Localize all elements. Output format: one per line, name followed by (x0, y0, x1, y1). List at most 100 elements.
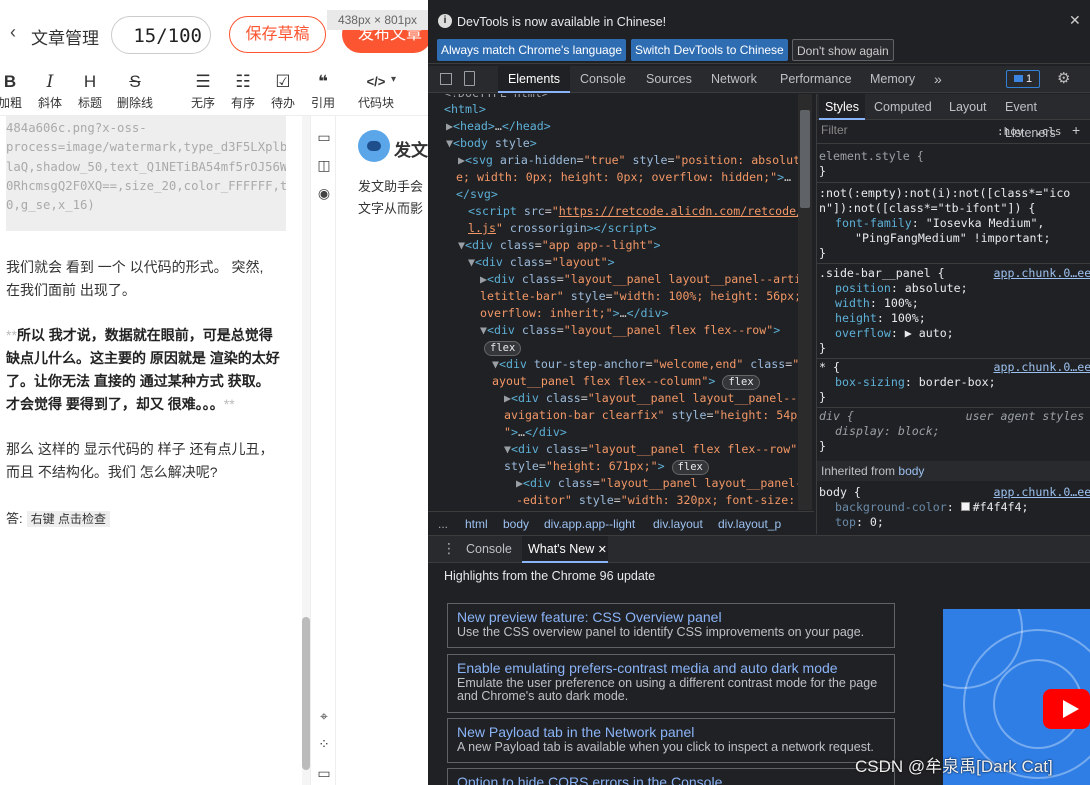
chrome-devtools: i DevTools is now available in Chinese! … (428, 0, 1090, 785)
paragraph-1: 我们就会 看到 一个 以代码的形式。 突然, 在我们面前 出现了。 (6, 256, 296, 302)
dom-node[interactable]: letitle-bar" style="width: 100%; height:… (480, 288, 801, 305)
tab-event-listeners[interactable]: Event Listeners (1005, 94, 1090, 140)
breadcrumb-item[interactable]: html (465, 517, 488, 531)
tab-network[interactable]: Network (711, 66, 757, 93)
feature-card-title[interactable]: Enable emulating prefers-contrast media … (457, 659, 885, 677)
feature-card[interactable]: Enable emulating prefers-contrast media … (447, 654, 895, 713)
preview-text: 发文助手会 文字从而影 (358, 179, 424, 216)
drawer-tab-console[interactable]: Console (466, 536, 512, 563)
feature-card-title[interactable]: Option to hide CORS errors in the Consol… (457, 773, 885, 785)
feature-card[interactable]: New Payload tab in the Network panel A n… (447, 718, 895, 763)
always-match-language-button[interactable]: Always match Chrome's language (437, 39, 627, 61)
directory-icon[interactable]: ⁘ (315, 735, 333, 753)
back-arrow-icon[interactable]: ‹ (10, 22, 16, 43)
tab-console[interactable]: Console (580, 66, 626, 93)
tab-elements[interactable]: Elements (498, 66, 570, 93)
dom-node[interactable]: <script src="https://retcode.alicdn.com/… (468, 203, 810, 220)
dropdown-caret-icon[interactable]: ▾ (391, 74, 396, 85)
breadcrumb-item[interactable]: div.layout (653, 517, 703, 531)
elements-dom-tree[interactable]: <!DOCTYPE html> <html> ▶<head>…</head> ▼… (428, 94, 814, 510)
breadcrumb-item[interactable]: div.app.app--light (544, 517, 635, 531)
tab-sources[interactable]: Sources (646, 66, 692, 93)
tab-performance[interactable]: Performance (780, 66, 852, 93)
dom-node[interactable]: style="height: 671px;"> flex (504, 458, 709, 475)
feature-card[interactable]: Option to hide CORS errors in the Consol… (447, 768, 895, 785)
drawer-tab-whats-new[interactable]: What's New ✕ (522, 536, 608, 563)
eye-icon[interactable]: ◉ (315, 184, 333, 202)
dom-node[interactable]: e; width: 0px; height: 0px; overflow: hi… (456, 169, 791, 186)
strikethrough-button[interactable]: S 删除线 (115, 68, 155, 111)
breadcrumb-item[interactable]: body (503, 517, 529, 531)
class-toggle[interactable]: .cls (1035, 125, 1062, 138)
dom-node[interactable]: -editor" style="width: 320px; font-size:… (516, 492, 809, 509)
dom-node[interactable]: ▼<div tour-step-anchor="welcome,end" cla… (492, 356, 806, 373)
desktop-icon[interactable]: ▭ (315, 764, 333, 782)
device-toolbar-icon[interactable] (464, 71, 475, 86)
breadcrumb-overflow[interactable]: ... (438, 517, 448, 531)
inherited-from-link[interactable]: body (898, 464, 924, 478)
dom-node[interactable]: ▼<div class="app app--light"> (458, 237, 660, 254)
dom-node[interactable]: ▼<div class="layout__panel flex flex--ro… (504, 441, 797, 458)
dom-node[interactable]: overflow: inherit;">…</div> (480, 305, 668, 322)
feature-card-title[interactable]: New preview feature: CSS Overview panel (457, 608, 885, 626)
dom-node[interactable]: avigation-bar clearfix" style="height: 5… (504, 407, 811, 424)
elements-scrollbar-thumb[interactable] (800, 110, 810, 208)
dom-node[interactable]: ▶<div class="layout__panel layout__panel… (480, 271, 808, 288)
dom-node[interactable]: ▼<div class="layout__panel flex flex--ro… (480, 322, 780, 339)
info-icon: i (438, 14, 452, 28)
todo-button[interactable]: ☑ 待办 (263, 68, 303, 111)
style-rule-line: background-color: #f4f4f4; (835, 500, 1029, 514)
settings-gear-icon[interactable]: ⚙ (1057, 69, 1070, 87)
quote-button[interactable]: ❝ 引用 (303, 68, 343, 111)
dom-node[interactable]: </svg> (456, 186, 498, 203)
dom-node[interactable]: ▶<head>…</head> (446, 118, 551, 135)
italic-button[interactable]: I 斜体 (30, 68, 70, 111)
breadcrumb-item[interactable]: div.layout_p (718, 517, 781, 531)
drawer-menu-icon[interactable]: ⋮ (442, 540, 456, 557)
split-view-icon[interactable]: ◫ (315, 156, 333, 174)
tab-layout[interactable]: Layout (949, 94, 987, 120)
tab-memory[interactable]: Memory (870, 66, 915, 93)
dom-node[interactable]: ▶<div class="layout__panel layout__panel… (516, 475, 802, 492)
locate-icon[interactable]: ⌖ (315, 707, 333, 725)
flex-badge[interactable]: flex (484, 339, 522, 356)
inspect-element-icon[interactable] (440, 73, 452, 85)
tab-styles[interactable]: Styles (819, 94, 865, 120)
dom-node[interactable]: ▶<svg aria-hidden="true" style="position… (458, 152, 800, 169)
heading-button[interactable]: H 标题 (70, 68, 110, 111)
more-tabs-icon[interactable]: » (934, 66, 942, 93)
switch-to-chinese-button[interactable]: Switch DevTools to Chinese (631, 39, 788, 61)
styles-filter-input[interactable]: Filter (821, 123, 848, 137)
bold-label: 加粗 (0, 96, 22, 110)
paragraph-line: 了。让你无法 直接的 通过某种方式 获取。 (6, 373, 270, 389)
close-icon[interactable]: ✕ (598, 544, 607, 556)
title-length-counter[interactable]: 15/100 (111, 16, 211, 54)
dom-node[interactable]: ▼<div class="layout"> (468, 254, 615, 271)
dont-show-again-button[interactable]: Don't show again (792, 39, 894, 61)
issues-badge[interactable]: 1 (1006, 70, 1040, 88)
editor-scrollbar-thumb[interactable] (302, 617, 310, 770)
feature-card-title[interactable]: New Payload tab in the Network panel (457, 723, 885, 741)
panel-icon[interactable]: ▭ (315, 128, 333, 146)
ordered-list-button[interactable]: ☷ 有序 (223, 68, 263, 111)
markdown-editor-area[interactable]: 484a606c.png?x-oss-process=image/waterma… (0, 116, 302, 785)
feature-card[interactable]: New preview feature: CSS Overview panel … (447, 603, 895, 648)
save-draft-button[interactable]: 保存草稿 (229, 16, 326, 53)
youtube-play-icon[interactable] (1043, 689, 1090, 729)
paragraph-line: 才会觉得 要得到了，却又 很难。。。 (6, 396, 224, 412)
close-icon[interactable]: ✕ (1069, 12, 1081, 29)
dom-node[interactable]: ▼<body style> (446, 135, 537, 152)
style-rule-line: display: block; (835, 424, 940, 438)
dom-node[interactable]: ayout__panel flex flex--column"> flex (492, 373, 760, 390)
bold-button[interactable]: B 加粗 (0, 68, 30, 111)
infobar-message: DevTools is now available in Chinese! (457, 15, 667, 29)
unordered-list-button[interactable]: ☰ 无序 (183, 68, 223, 111)
dom-node[interactable]: l.js" crossorigin></script> (468, 220, 656, 237)
article-management-link[interactable]: 文章管理 (31, 24, 99, 49)
dom-node[interactable]: <html> (444, 101, 486, 118)
dom-node[interactable]: ">…</div> (504, 424, 567, 441)
tab-computed[interactable]: Computed (874, 94, 932, 120)
hover-state-toggle[interactable]: :hov (997, 125, 1024, 138)
new-rule-button[interactable]: + (1072, 122, 1080, 138)
dom-node[interactable]: ▶<div class="layout__panel layout__panel… (504, 390, 804, 407)
